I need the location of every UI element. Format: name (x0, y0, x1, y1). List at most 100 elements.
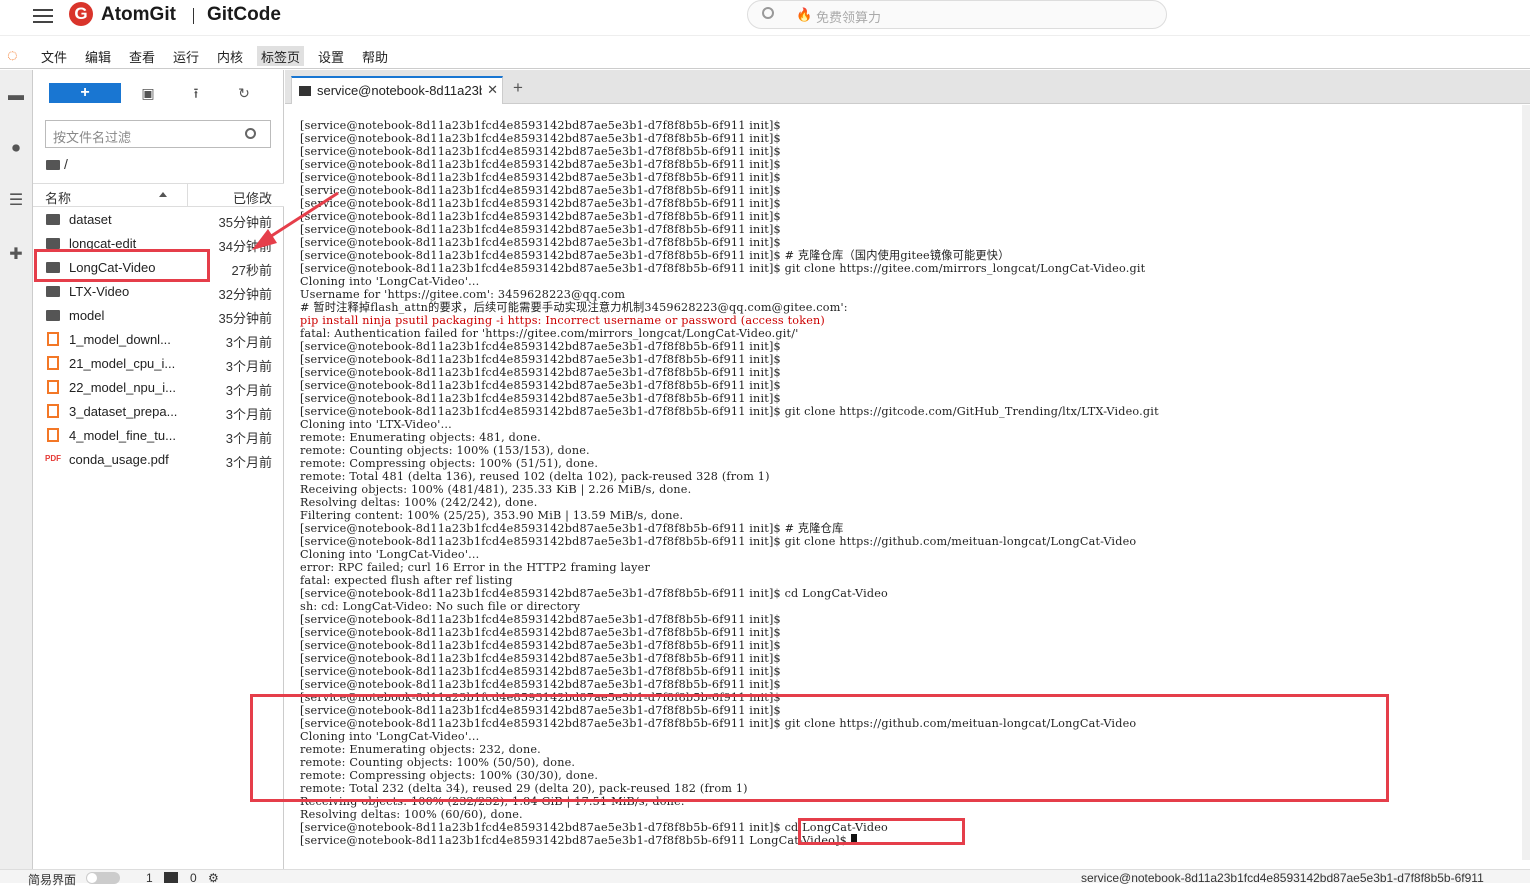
terminal-scrollbar[interactable] (1522, 105, 1530, 860)
menu-help[interactable]: 帮助 (358, 46, 392, 66)
terminal-line-text: [service@notebook-8d11a23b1fcd4e8593142b… (300, 366, 781, 379)
breadcrumb-root[interactable]: / (64, 156, 68, 172)
menubar: ◌ 文件 编辑 查看 运行 内核 标签页 设置 帮助 (0, 43, 1530, 69)
root-folder-icon (46, 160, 60, 170)
running-stop-icon[interactable]: ⏺ (6, 139, 26, 159)
terminal-line: Resolving deltas: 100% (242/242), done. (300, 496, 1530, 509)
terminal-line-text: fatal: expected flush after ref listing (300, 574, 513, 587)
file-row[interactable]: 3_dataset_prepa... 3个月前 (33, 400, 284, 424)
file-row[interactable]: 4_model_fine_tu... 3个月前 (33, 424, 284, 448)
top-header: G AtomGit GitCode 🔥 免费领算力 (0, 0, 1530, 36)
annotation-box-longcat-folder (34, 249, 210, 282)
terminal-line-text: # 暂时注释掉flash_attn的要求，后续可能需要手动实现注意力机制3459… (300, 301, 848, 314)
terminal-line-text: [service@notebook-8d11a23b1fcd4e8593142b… (300, 158, 781, 171)
file-row[interactable]: dataset 35分钟前 (33, 208, 284, 232)
terminal-line-text: Resolving deltas: 100% (60/60), done. (300, 808, 523, 821)
file-row[interactable]: LTX-Video 32分钟前 (33, 280, 284, 304)
terminal-line: remote: Counting objects: 100% (153/153)… (300, 444, 1530, 457)
file-filter-input[interactable]: 按文件名过滤 (45, 120, 271, 148)
file-row[interactable]: 1_model_downl... 3个月前 (33, 328, 284, 352)
terminal-line-text: remote: Counting objects: 100% (153/153)… (300, 444, 590, 457)
terminal-line: Cloning into 'LongCat-Video'... (300, 275, 1530, 288)
terminal-line-text: Receiving objects: 100% (481/481), 235.3… (300, 483, 692, 496)
file-list-header: 名称 已修改 (33, 183, 284, 207)
terminal-line: [service@notebook-8d11a23b1fcd4e8593142b… (300, 678, 1530, 691)
terminal-line-text: [service@notebook-8d11a23b1fcd4e8593142b… (300, 613, 781, 626)
file-modified: 3个月前 (225, 407, 272, 422)
new-folder-icon[interactable]: ▣ (138, 83, 158, 103)
file-row[interactable]: model 35分钟前 (33, 304, 284, 328)
menu-tabs[interactable]: 标签页 (257, 46, 305, 66)
terminal-line: [service@notebook-8d11a23b1fcd4e8593142b… (300, 665, 1530, 678)
terminal-line: [service@notebook-8d11a23b1fcd4e8593142b… (300, 522, 1530, 535)
menu-file[interactable]: 文件 (37, 46, 71, 66)
refresh-icon[interactable]: ↻ (234, 83, 254, 103)
terminal-line: pip install ninja psutil packaging -i ht… (300, 314, 1530, 327)
terminal-line-text: error: RPC failed; curl 16 Error in the … (300, 561, 651, 574)
column-modified-header[interactable]: 已修改 (233, 188, 272, 207)
terminal-line-text: [service@notebook-8d11a23b1fcd4e8593142b… (300, 145, 781, 158)
file-name: 4_model_fine_tu... (69, 428, 176, 443)
terminal-tab[interactable]: service@notebook-8d11a23b ✕ (291, 76, 503, 104)
search-input[interactable]: 🔥 免费领算力 (747, 0, 1167, 29)
notebook-icon (47, 428, 59, 442)
simple-mode-toggle[interactable] (86, 872, 120, 884)
new-launcher-button[interactable]: + (49, 83, 121, 103)
atomgit-logo-icon[interactable]: G (69, 2, 93, 26)
brand-name[interactable]: AtomGit (101, 4, 176, 26)
file-row[interactable]: 22_model_npu_i... 3个月前 (33, 376, 284, 400)
file-row[interactable]: PDF conda_usage.pdf 3个月前 (33, 448, 284, 472)
close-tab-icon[interactable]: ✕ (487, 82, 498, 98)
menu-settings[interactable]: 设置 (314, 46, 348, 66)
terminal-line: Receiving objects: 100% (481/481), 235.3… (300, 483, 1530, 496)
menu-view[interactable]: 查看 (125, 46, 159, 66)
terminal-line-text: [service@notebook-8d11a23b1fcd4e8593142b… (300, 379, 781, 392)
add-tab-button[interactable]: + (506, 76, 530, 102)
menu-run[interactable]: 运行 (169, 46, 203, 66)
terminal-line-text: [service@notebook-8d11a23b1fcd4e8593142b… (300, 262, 1146, 275)
file-modified: 3个月前 (225, 383, 272, 398)
terminal-line: [service@notebook-8d11a23b1fcd4e8593142b… (300, 535, 1530, 548)
terminal-line-text: [service@notebook-8d11a23b1fcd4e8593142b… (300, 392, 781, 405)
product-name[interactable]: GitCode (207, 4, 281, 26)
terminal-line: [service@notebook-8d11a23b1fcd4e8593142b… (300, 613, 1530, 626)
search-icon (762, 7, 774, 19)
terminal-line-text: Resolving deltas: 100% (242/242), done. (300, 496, 538, 509)
status-bar: 简易界面 1 0 ⚙ service@notebook-8d11a23b1fcd… (0, 869, 1530, 887)
file-row[interactable]: 21_model_cpu_i... 3个月前 (33, 352, 284, 376)
folder-icon (46, 214, 60, 225)
breadcrumb[interactable]: / (46, 156, 68, 172)
menu-edit[interactable]: 编辑 (81, 46, 115, 66)
file-name: LTX-Video (69, 284, 130, 299)
table-of-contents-icon[interactable]: ☰ (6, 191, 26, 211)
hamburger-menu-icon[interactable] (33, 6, 53, 26)
file-name: conda_usage.pdf (69, 452, 169, 467)
search-placeholder: 免费领算力 (816, 10, 882, 25)
folder-icon[interactable]: ▬ (6, 86, 26, 106)
terminal-line: remote: Compressing objects: 100% (51/51… (300, 457, 1530, 470)
terminal-line-text: remote: Enumerating objects: 481, done. (300, 431, 541, 444)
left-sidebar-rail: ▬ ⏺ ☰ ✚ (0, 70, 33, 870)
terminal-line: [service@notebook-8d11a23b1fcd4e8593142b… (300, 587, 1530, 600)
terminal-line-text: Cloning into 'LTX-Video'... (300, 418, 452, 431)
terminal-line-text: [service@notebook-8d11a23b1fcd4e8593142b… (300, 678, 781, 691)
menu-kernel[interactable]: 内核 (213, 46, 247, 66)
column-name-header[interactable]: 名称 (45, 188, 71, 207)
terminal-line: [service@notebook-8d11a23b1fcd4e8593142b… (300, 223, 1530, 236)
terminal-line-text: Username for 'https://gitee.com': 345962… (300, 288, 626, 301)
terminal-line-text: remote: Compressing objects: 100% (51/51… (300, 457, 599, 470)
upload-icon[interactable]: ⭱ (186, 83, 206, 103)
terminal-line: [service@notebook-8d11a23b1fcd4e8593142b… (300, 210, 1530, 223)
file-modified: 27秒前 (231, 263, 272, 278)
terminal-line-text: [service@notebook-8d11a23b1fcd4e8593142b… (300, 210, 781, 223)
file-name: dataset (69, 212, 112, 227)
folder-icon (46, 310, 60, 321)
terminal-line: [service@notebook-8d11a23b1fcd4e8593142b… (300, 379, 1530, 392)
file-name: 3_dataset_prepa... (69, 404, 178, 419)
terminal-line-text: [service@notebook-8d11a23b1fcd4e8593142b… (300, 197, 781, 210)
terminal-line: Username for 'https://gitee.com': 345962… (300, 288, 1530, 301)
file-modified: 35分钟前 (218, 311, 272, 326)
extension-puzzle-icon[interactable]: ✚ (6, 245, 26, 265)
file-modified: 3个月前 (225, 431, 272, 446)
file-modified: 34分钟前 (218, 239, 272, 254)
